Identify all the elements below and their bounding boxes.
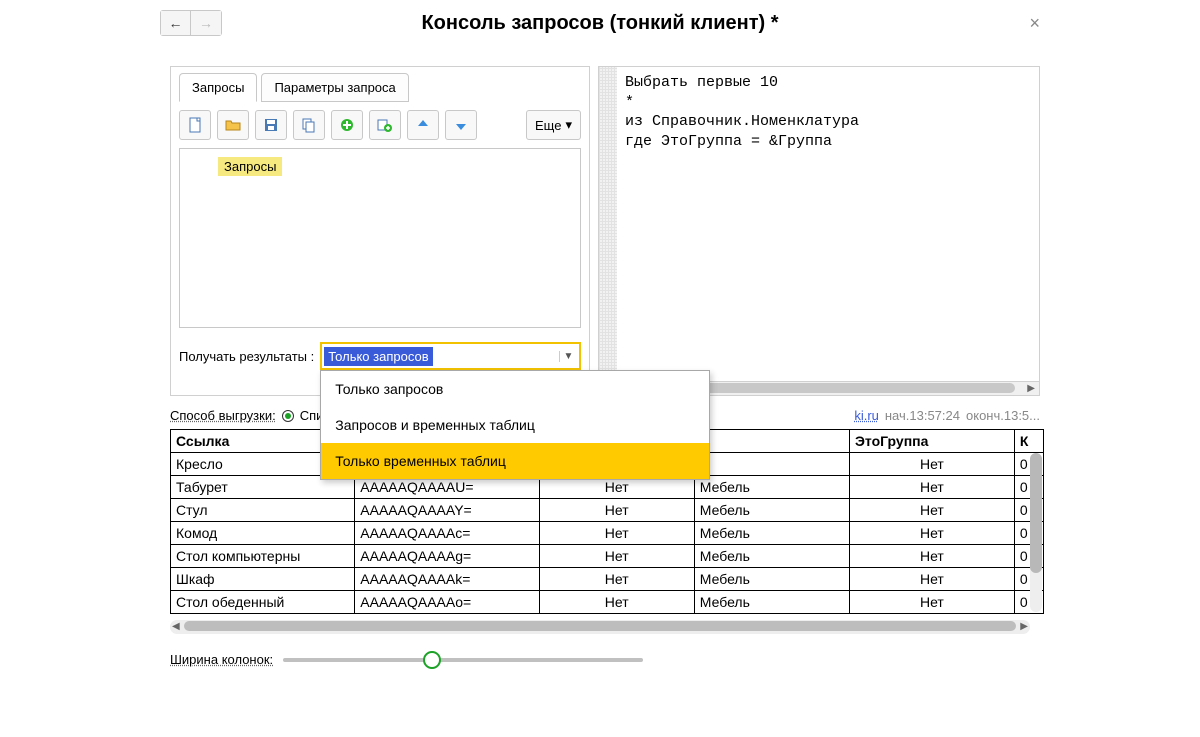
new-file-icon[interactable]: [179, 110, 211, 140]
column-width-label: Ширина колонок:: [170, 652, 273, 667]
open-folder-icon[interactable]: [217, 110, 249, 140]
column-width-slider[interactable]: [283, 658, 643, 662]
time-end: оконч.13:5...: [966, 408, 1040, 423]
scrollbar-thumb[interactable]: [184, 621, 1016, 631]
save-icon[interactable]: [255, 110, 287, 140]
table-row[interactable]: ШкафAAAAAQAAAAk=НетМебельНет0: [171, 568, 1044, 591]
result-mode-label: Получать результаты :: [179, 349, 314, 364]
code-panel: Выбрать первые 10 * из Справочник.Номенк…: [598, 66, 1040, 396]
tree-area[interactable]: Запросы: [179, 148, 581, 328]
query-text[interactable]: Выбрать первые 10 * из Справочник.Номенк…: [617, 67, 1039, 381]
nav-forward-button[interactable]: →: [191, 11, 221, 35]
scroll-right-icon[interactable]: ▶: [1027, 383, 1035, 394]
grid-header[interactable]: ЭтоГруппа: [849, 430, 1014, 453]
export-mode-label: Способ выгрузки:: [170, 408, 276, 423]
dropdown-option[interactable]: Только запросов: [321, 371, 709, 407]
table-row[interactable]: Стол компьютерныAAAAAQAAAAg=НетМебельНет…: [171, 545, 1044, 568]
add-child-icon[interactable]: [369, 110, 401, 140]
link-fragment[interactable]: ki.ru: [854, 408, 879, 423]
dropdown-option[interactable]: Запросов и временных таблиц: [321, 407, 709, 443]
result-mode-value: Только запросов: [324, 347, 432, 366]
nav-back-button[interactable]: ←: [161, 11, 191, 35]
add-icon[interactable]: [331, 110, 363, 140]
grid-header[interactable]: [694, 430, 849, 453]
copy-icon[interactable]: [293, 110, 325, 140]
left-panel: Запросы Параметры запроса: [170, 66, 590, 396]
scroll-left-icon[interactable]: ◀: [172, 621, 180, 632]
table-row[interactable]: КомодAAAAAQAAAAc=НетМебельНет0: [171, 522, 1044, 545]
scroll-right-icon[interactable]: ▶: [1020, 621, 1028, 632]
grid-header[interactable]: К: [1014, 430, 1043, 453]
tree-root-node[interactable]: Запросы: [218, 157, 282, 176]
slider-thumb[interactable]: [423, 651, 441, 669]
export-radio-list[interactable]: [282, 410, 294, 422]
move-down-icon[interactable]: [445, 110, 477, 140]
scrollbar-thumb[interactable]: [1030, 453, 1042, 573]
dropdown-option[interactable]: Только временных таблиц: [321, 443, 709, 479]
tab-params[interactable]: Параметры запроса: [261, 73, 408, 102]
close-icon[interactable]: ×: [1029, 14, 1040, 32]
more-label: Еще: [535, 118, 561, 133]
result-mode-combo[interactable]: Только запросов ▼ Только запросов Запрос…: [320, 342, 581, 370]
table-row[interactable]: Стол обеденныйAAAAAQAAAAo=НетМебельНет0: [171, 591, 1044, 614]
chevron-down-icon: ▾: [565, 117, 572, 133]
result-mode-dropdown: Только запросов Запросов и временных таб…: [320, 370, 710, 480]
grid-h-scrollbar[interactable]: ◀ ▶: [170, 620, 1030, 634]
grid-v-scrollbar[interactable]: [1030, 453, 1042, 612]
window-title: Консоль запросов (тонкий клиент) *: [160, 12, 1040, 35]
table-row[interactable]: СтулAAAAAQAAAAY=НетМебельНет0: [171, 499, 1044, 522]
toolbar: Еще ▾: [179, 110, 581, 140]
tab-requests[interactable]: Запросы: [179, 73, 257, 102]
time-start: нач.13:57:24: [885, 408, 960, 423]
chevron-down-icon[interactable]: ▼: [559, 351, 577, 362]
code-gutter: [599, 67, 617, 381]
move-up-icon[interactable]: [407, 110, 439, 140]
more-button[interactable]: Еще ▾: [526, 110, 581, 140]
